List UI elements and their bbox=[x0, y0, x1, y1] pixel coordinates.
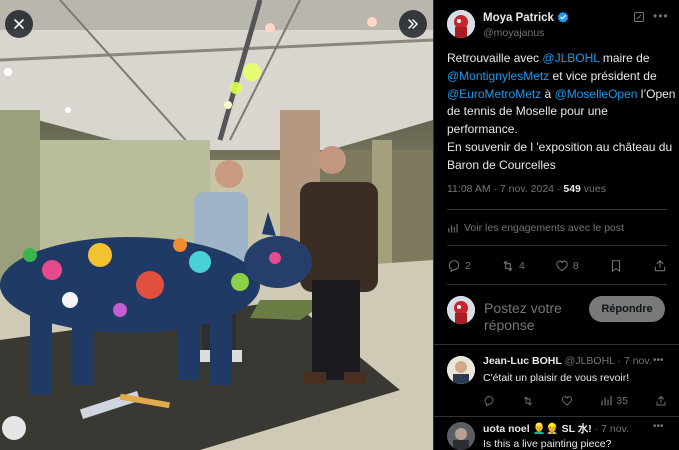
repost-action[interactable] bbox=[522, 395, 534, 407]
avatar-image bbox=[447, 422, 475, 450]
tweet-text: Retrouvaille avec @JLBOHL maire de @Mont… bbox=[447, 50, 677, 175]
reply-author: uota noel 👱‍♂️👷 SL 水! · 7 nov. bbox=[483, 421, 629, 436]
divider bbox=[434, 416, 679, 417]
tweet-meta: 11:08 AM · 7 nov. 2024 · 549 vues bbox=[447, 183, 606, 195]
engagements-link[interactable]: Voir les engagements avec le post bbox=[447, 222, 624, 234]
divider bbox=[447, 209, 667, 210]
reply-text: Is this a live painting piece? bbox=[483, 438, 612, 450]
reply-icon bbox=[448, 260, 460, 273]
mention-link[interactable]: @JLBOHL bbox=[542, 51, 599, 65]
mention-link[interactable]: @MontignylesMetz bbox=[447, 69, 549, 83]
tweet-header: Moya Patrick @moyajanus ••• bbox=[434, 0, 679, 42]
avatar[interactable] bbox=[447, 422, 475, 450]
avatar-image bbox=[447, 296, 475, 324]
views-label: vues bbox=[580, 183, 606, 195]
tweet-text-part: à bbox=[541, 86, 555, 101]
reply-icon bbox=[484, 396, 494, 407]
more-icon[interactable]: ••• bbox=[653, 421, 664, 432]
next-media-button[interactable] bbox=[399, 10, 427, 38]
like-action[interactable]: 8 bbox=[555, 259, 579, 273]
more-icon[interactable]: ••• bbox=[653, 10, 668, 23]
repost-count: 4 bbox=[518, 260, 525, 272]
reply-actions: 35 bbox=[483, 395, 667, 407]
divider bbox=[447, 284, 667, 285]
reply-composer: Postez votre réponse Répondre bbox=[434, 292, 679, 342]
reply-button[interactable]: Répondre bbox=[589, 296, 665, 322]
avatar-image bbox=[447, 356, 475, 384]
avatar-image bbox=[447, 10, 475, 38]
like-count: 8 bbox=[572, 260, 579, 272]
author-name[interactable]: Moya Patrick bbox=[483, 11, 569, 24]
reply-action[interactable] bbox=[483, 395, 495, 407]
repost-action[interactable]: 4 bbox=[501, 259, 525, 273]
reply-author-name[interactable]: uota noel 👱‍♂️👷 SL 水! bbox=[483, 423, 592, 435]
close-icon bbox=[14, 19, 24, 29]
close-button[interactable] bbox=[5, 10, 33, 38]
grok-icon[interactable] bbox=[633, 11, 645, 23]
verified-badge-icon bbox=[557, 11, 569, 23]
heart-icon bbox=[556, 260, 568, 272]
view-count: 549 bbox=[563, 183, 581, 195]
reply-handle-time: · 7 nov. bbox=[591, 423, 629, 435]
engagements-label: Voir les engagements avec le post bbox=[464, 222, 624, 234]
reply-item[interactable]: Jean-Luc BOHL @JLBOHL · 7 nov. ••• C'éta… bbox=[434, 352, 679, 418]
share-icon bbox=[654, 260, 666, 272]
views-action[interactable]: 35 bbox=[600, 395, 628, 407]
like-action[interactable] bbox=[561, 395, 573, 407]
view-count: 35 bbox=[616, 395, 628, 407]
divider bbox=[434, 344, 679, 345]
more-icon[interactable]: ••• bbox=[653, 355, 664, 366]
avatar[interactable] bbox=[447, 356, 475, 384]
tweet-panel: Moya Patrick @moyajanus ••• Retrouvaille… bbox=[433, 0, 679, 450]
bar-chart-icon bbox=[601, 395, 612, 406]
reply-author-name[interactable]: Jean-Luc BOHL bbox=[483, 355, 562, 367]
tweet-timestamp[interactable]: 11:08 AM · 7 nov. 2024 · bbox=[447, 183, 563, 195]
repost-icon bbox=[503, 260, 513, 272]
current-user-avatar bbox=[447, 296, 475, 324]
bookmark-icon bbox=[611, 260, 620, 272]
event-photo bbox=[0, 0, 433, 450]
reply-author: Jean-Luc BOHL @JLBOHL · 7 nov. bbox=[483, 355, 652, 367]
author-handle[interactable]: @moyajanus bbox=[483, 27, 544, 39]
tweet-text-part: Retrouvaille avec bbox=[447, 51, 543, 65]
mention-link[interactable]: @EuroMetroMetz bbox=[447, 87, 541, 101]
author-name-text: Moya Patrick bbox=[483, 12, 554, 24]
avatar[interactable] bbox=[447, 10, 475, 38]
share-action[interactable] bbox=[655, 395, 667, 407]
media-viewer bbox=[0, 0, 433, 450]
divider bbox=[447, 245, 667, 246]
share-action[interactable] bbox=[653, 259, 667, 273]
share-icon bbox=[656, 396, 666, 406]
tweet-text-part: et vice président de bbox=[549, 68, 657, 83]
tweet-actions: 2 4 8 bbox=[447, 258, 667, 274]
reply-action[interactable]: 2 bbox=[447, 259, 471, 273]
heart-icon bbox=[562, 396, 573, 406]
reply-count: 2 bbox=[465, 260, 471, 272]
reply-item[interactable]: uota noel 👱‍♂️👷 SL 水! · 7 nov. ••• Is th… bbox=[434, 418, 679, 450]
reply-text: C'était un plaisir de vous revoir! bbox=[483, 372, 630, 384]
repost-icon bbox=[524, 396, 532, 406]
reply-handle-time: @JLBOHL · 7 nov. bbox=[561, 355, 652, 367]
tweet-text-part: maire de bbox=[599, 51, 650, 65]
chevron-double-right-icon bbox=[408, 19, 418, 29]
tweet-text-part: En souvenir de l 'exposition au château … bbox=[447, 139, 673, 172]
mention-link[interactable]: @MoselleOpen bbox=[555, 87, 638, 101]
bar-chart-icon bbox=[448, 223, 458, 233]
bookmark-action[interactable] bbox=[609, 259, 623, 273]
reply-input[interactable]: Postez votre réponse bbox=[484, 300, 584, 332]
